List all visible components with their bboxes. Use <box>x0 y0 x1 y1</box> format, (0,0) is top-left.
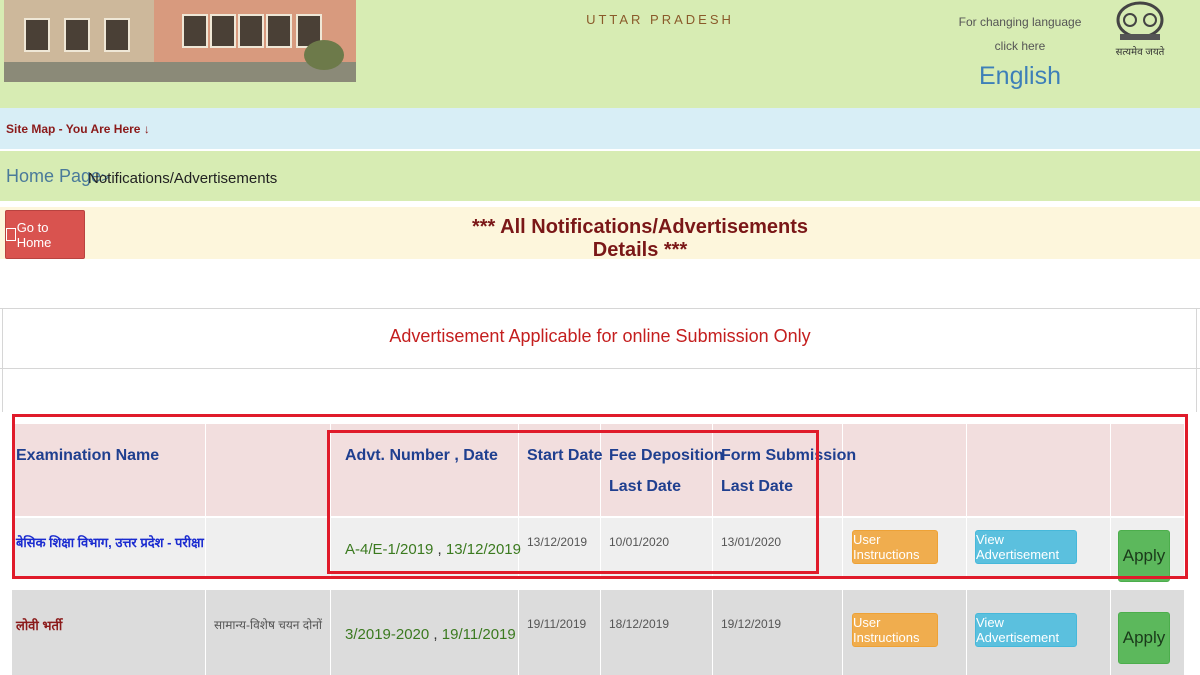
exam-type: सामान्य-विशेष चयन दोनों <box>214 618 323 632</box>
go-to-home-button[interactable]: Go to Home <box>5 210 85 259</box>
user-instructions-button[interactable]: User Instructions <box>852 613 938 647</box>
english-language-link[interactable]: English <box>955 62 1085 91</box>
sitemap-link[interactable]: Site Map - You Are Here ↓ <box>6 122 150 136</box>
sitemap-bar <box>0 108 1200 149</box>
panel-divider <box>0 368 1200 369</box>
language-note: For changing language click here <box>958 15 1082 53</box>
highlight-box-dates <box>327 430 819 574</box>
start-date: 19/11/2019 <box>527 617 587 631</box>
fee-last-date: 18/12/2019 <box>609 617 670 631</box>
building-photo <box>4 0 356 82</box>
panel-divider <box>0 308 1200 309</box>
advt-number-date: 3/2019-2020 , 19/11/2019 <box>345 626 516 643</box>
breadcrumb-current: Notifications/Advertisements <box>88 170 278 187</box>
emblem-motto: सत्यमेव जयते <box>1115 47 1165 58</box>
view-advertisement-button[interactable]: View Advertisement <box>975 613 1077 647</box>
home-square-icon <box>6 228 16 241</box>
applicable-note: Advertisement Applicable for online Subm… <box>389 326 811 346</box>
state-name: UTTAR PRADESH <box>586 12 734 27</box>
apply-button[interactable]: Apply <box>1118 612 1170 664</box>
form-last-date: 19/12/2019 <box>721 617 782 631</box>
page-title: *** All Notifications/Advertisements Det… <box>471 216 808 261</box>
exam-name: लोवी भर्ती <box>16 618 63 633</box>
